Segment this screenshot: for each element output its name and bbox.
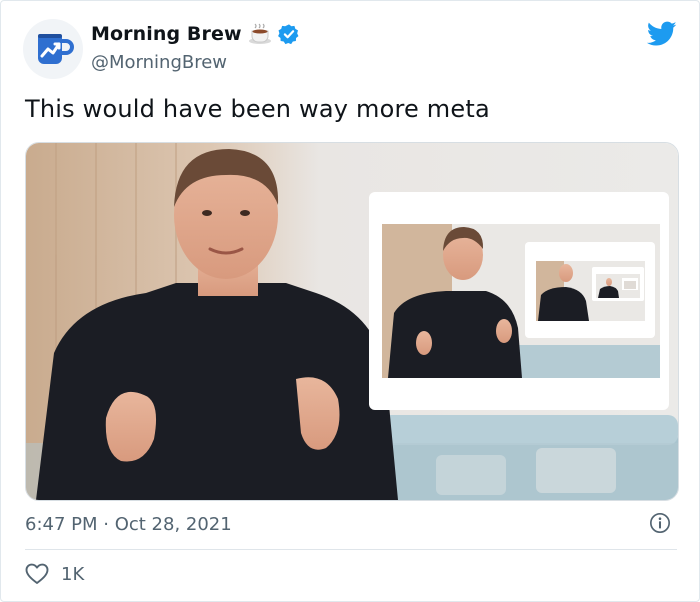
info-icon[interactable] <box>649 512 671 534</box>
coffee-cup-emoji-icon <box>248 23 271 44</box>
twitter-bird-icon[interactable] <box>647 21 677 47</box>
tweet-text: This would have been way more meta <box>25 95 490 123</box>
verified-badge-icon <box>277 24 299 45</box>
heart-icon[interactable] <box>25 563 49 585</box>
tweet-timestamp[interactable]: 6:47 PM · Oct 28, 2021 <box>25 514 232 535</box>
mug-logo-icon <box>38 34 74 64</box>
like-action[interactable]: 1K <box>25 563 84 585</box>
divider <box>25 549 677 550</box>
like-count: 1K <box>61 563 85 585</box>
author-name[interactable]: Morning Brew <box>91 23 242 45</box>
recursive-presenter-photo <box>26 143 678 500</box>
tweet-image[interactable] <box>25 142 679 501</box>
tweet-card: Morning Brew @MorningBrew This would hav… <box>0 0 700 602</box>
author-name-row[interactable]: Morning Brew <box>91 23 300 45</box>
author-handle[interactable]: @MorningBrew <box>91 52 227 73</box>
avatar[interactable] <box>23 19 83 79</box>
